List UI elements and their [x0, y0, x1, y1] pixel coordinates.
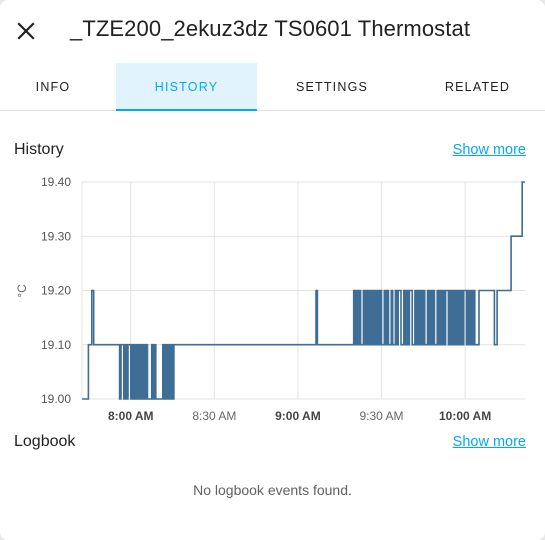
- tab-settings[interactable]: SETTINGS: [262, 63, 402, 110]
- logbook-show-more-link[interactable]: Show more: [453, 434, 526, 450]
- dialog-title: _TZE200_2ekuz3dz TS0601 Thermostat: [70, 16, 471, 41]
- temperature-line-chart: 19.00 19.10 19.20 19.30 19.40 8:00 AM 8:30 AM 9…: [15, 175, 525, 423]
- y-tick-label: 19.20: [41, 284, 71, 298]
- tab-related[interactable]: RELATED: [410, 63, 545, 110]
- tab-info[interactable]: INFO: [0, 63, 106, 110]
- tab-bar: INFO HISTORY SETTINGS RELATED: [0, 63, 545, 111]
- y-tick-label: 19.40: [41, 175, 71, 189]
- tab-history[interactable]: HISTORY: [116, 63, 257, 111]
- y-axis-label: °C: [15, 284, 29, 298]
- x-tick-label: 9:00 AM: [275, 409, 321, 423]
- history-show-more-link[interactable]: Show more: [453, 142, 526, 158]
- logbook-title: Logbook: [14, 433, 76, 450]
- dialog-header: _TZE200_2ekuz3dz TS0601 Thermostat: [0, 0, 545, 62]
- x-tick-label: 10:00 AM: [439, 409, 491, 423]
- close-icon: [17, 22, 35, 40]
- device-dialog: _TZE200_2ekuz3dz TS0601 Thermostat INFO …: [0, 0, 545, 540]
- x-tick-label: 8:30 AM: [192, 409, 236, 423]
- y-tick-label: 19.10: [41, 338, 71, 352]
- y-tick-label: 19.00: [41, 392, 71, 406]
- history-title: History: [14, 141, 64, 158]
- x-tick-label: 8:00 AM: [108, 409, 154, 423]
- close-button[interactable]: [10, 15, 42, 47]
- history-chart: 19.00 19.10 19.20 19.30 19.40 8:00 AM 8:30 AM 9…: [0, 170, 545, 430]
- x-tick-label: 9:30 AM: [359, 409, 403, 423]
- logbook-empty-message: No logbook events found.: [193, 482, 352, 498]
- y-tick-label: 19.30: [41, 229, 71, 243]
